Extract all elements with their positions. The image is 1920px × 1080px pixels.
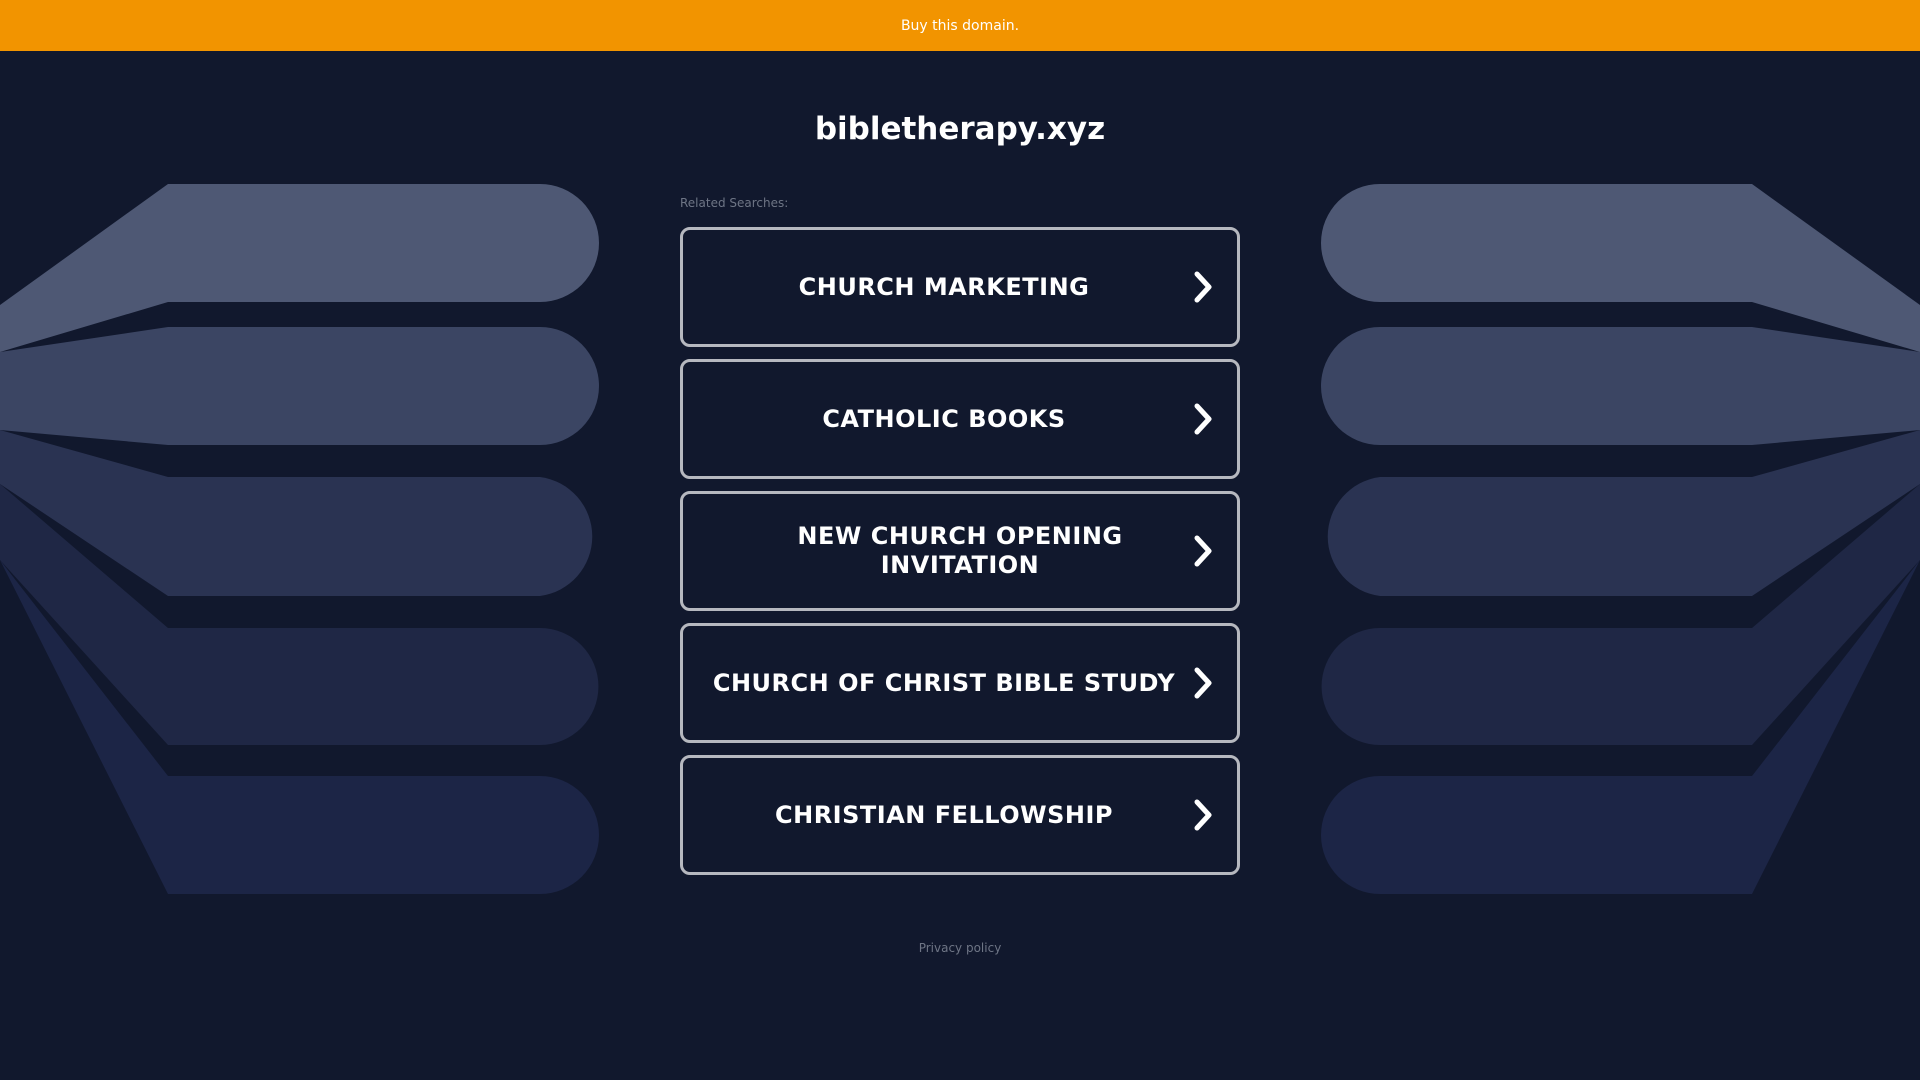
- domain-title: bibletherapy.xyz: [814, 111, 1106, 147]
- related-search-label: CATHOLIC BOOKS: [822, 404, 1066, 433]
- related-search-label: NEW CHURCH OPENING INVITATION: [797, 522, 1123, 579]
- right-stripes: [1321, 184, 1920, 894]
- related-search-label: CHURCH MARKETING: [798, 272, 1090, 301]
- chevron-right-icon: [1194, 403, 1212, 435]
- related-searches-list: CHURCH MARKETING CATHOLIC BOOKS NEW CHUR…: [680, 227, 1240, 887]
- related-search-christian-fellowship[interactable]: CHRISTIAN FELLOWSHIP: [680, 755, 1240, 875]
- right-stripe-1: [1321, 184, 1920, 352]
- related-search-church-marketing[interactable]: CHURCH MARKETING: [680, 227, 1240, 347]
- footer: Privacy policy: [0, 937, 1920, 956]
- related-search-catholic-books[interactable]: CATHOLIC BOOKS: [680, 359, 1240, 479]
- related-search-label: CHRISTIAN FELLOWSHIP: [775, 800, 1113, 829]
- related-search-label: CHURCH OF CHRIST BIBLE STUDY: [712, 668, 1176, 697]
- left-stripes: [0, 184, 599, 894]
- left-stripe-1: [0, 184, 599, 352]
- related-search-new-church-opening-invitation[interactable]: NEW CHURCH OPENING INVITATION: [680, 491, 1240, 611]
- related-searches-label: Related Searches:: [680, 196, 789, 210]
- chevron-right-icon: [1194, 271, 1212, 303]
- privacy-policy-link[interactable]: Privacy policy: [919, 941, 1002, 955]
- right-stripe-2: [1321, 327, 1920, 445]
- related-search-church-of-christ-bible-study[interactable]: CHURCH OF CHRIST BIBLE STUDY: [680, 623, 1240, 743]
- left-stripe-2: [0, 327, 599, 445]
- buy-domain-banner: Buy this domain.: [0, 0, 1920, 51]
- chevron-right-icon: [1194, 799, 1212, 831]
- buy-domain-link[interactable]: Buy this domain.: [901, 18, 1019, 34]
- chevron-right-icon: [1194, 667, 1212, 699]
- chevron-right-icon: [1194, 535, 1212, 567]
